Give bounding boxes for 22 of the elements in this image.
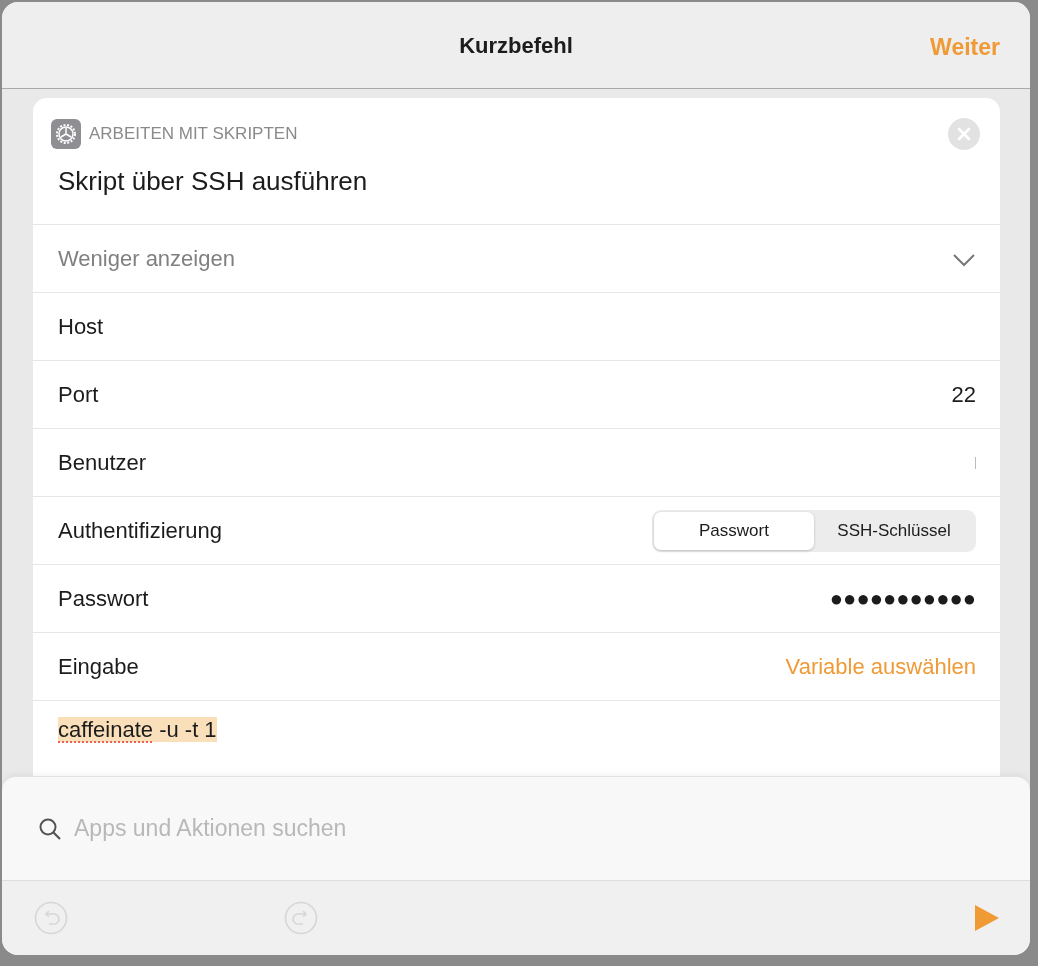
field-label: Benutzer: [58, 449, 147, 477]
search-icon: [38, 816, 62, 841]
field-label: Passwort: [58, 585, 149, 613]
close-icon: [957, 127, 971, 141]
field-label: Eingabe: [58, 653, 139, 681]
field-label: Authentifizierung: [58, 517, 222, 545]
search-field[interactable]: Apps und Aktionen suchen: [72, 810, 672, 847]
toggle-label: Weniger anzeigen: [58, 245, 235, 273]
field-label: Port: [58, 381, 99, 409]
gear-icon: [51, 119, 81, 149]
run-button[interactable]: [974, 904, 1000, 932]
window-title: Kurzbefehl: [459, 31, 573, 60]
field-label: Host: [58, 313, 104, 341]
action-title: Skript über SSH ausführen: [57, 165, 369, 198]
category-label: ARBEITEN MIT SKRIPTEN: [89, 123, 298, 146]
field-value[interactable]: 22: [951, 378, 976, 411]
field-value[interactable]: ●●●●●●●●●●●: [829, 582, 976, 615]
chevron-icon[interactable]: [952, 253, 976, 268]
script-text[interactable]: caffeinate -u -t 1: [58, 717, 217, 742]
segment-button[interactable]: SSH-Schlüssel: [814, 511, 974, 550]
close-button[interactable]: [948, 118, 980, 150]
segment-button[interactable]: Passwort: [654, 511, 814, 550]
